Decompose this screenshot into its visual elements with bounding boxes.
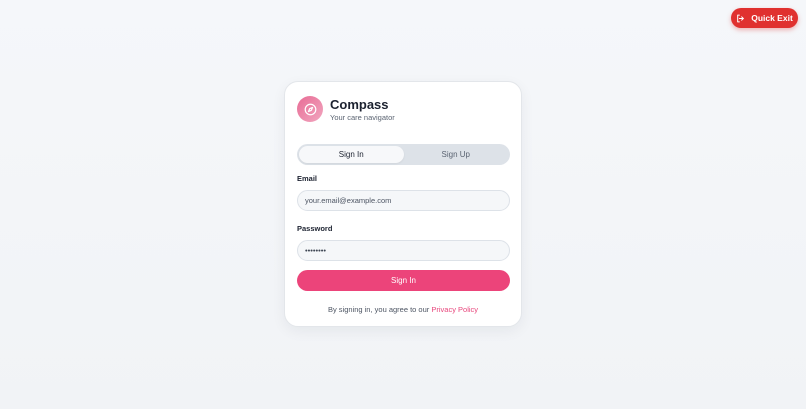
brand-subtitle: Your care navigator xyxy=(330,112,395,122)
auth-tabs: Sign In Sign Up xyxy=(297,144,510,165)
compass-icon xyxy=(304,103,316,115)
password-label: Password xyxy=(297,224,333,233)
terms-prefix: By signing in, you agree to our xyxy=(327,305,432,314)
email-label: Email xyxy=(297,174,318,183)
quick-exit-button[interactable]: Quick Exit xyxy=(731,8,798,28)
tab-sign-up[interactable]: Sign Up xyxy=(404,146,509,163)
tab-sign-in[interactable]: Sign In xyxy=(299,146,404,163)
exit-icon xyxy=(737,14,745,22)
quick-exit-label: Quick Exit xyxy=(751,13,793,23)
terms-text: By signing in, you agree to our Privacy … xyxy=(285,305,521,314)
sign-in-button[interactable]: Sign In xyxy=(297,270,510,291)
password-field[interactable] xyxy=(297,240,510,261)
sign-in-card: Compass Your care navigator Sign In Sign… xyxy=(284,81,522,327)
brand-title: Compass xyxy=(330,96,389,112)
email-field[interactable] xyxy=(297,190,510,211)
brand-logo xyxy=(297,96,323,122)
privacy-policy-link[interactable]: Privacy Policy xyxy=(431,305,478,314)
brand-header: Compass Your care navigator xyxy=(297,96,395,122)
